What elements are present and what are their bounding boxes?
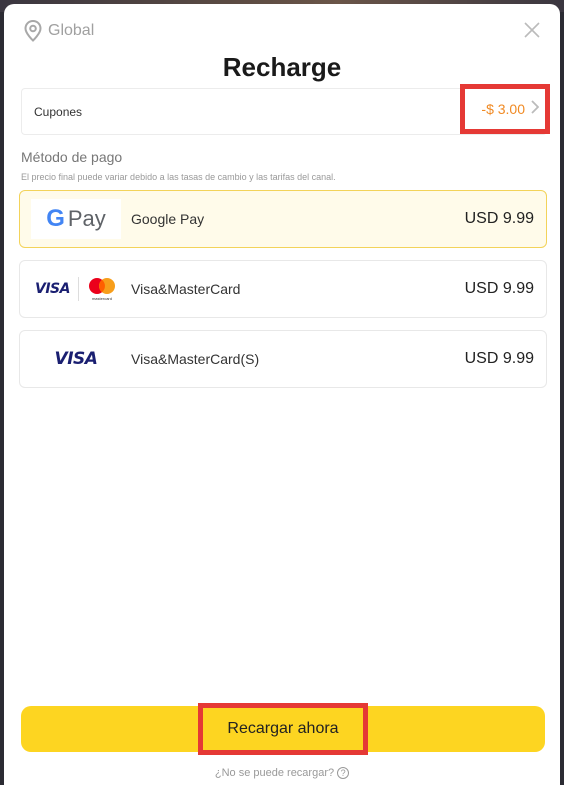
- payment-option-name: Google Pay: [131, 211, 205, 227]
- payment-method-title: Método de pago: [21, 149, 123, 165]
- google-pay-logo: G Pay: [31, 199, 121, 239]
- recharge-now-label: Recargar ahora: [198, 703, 368, 755]
- payment-option-visa-mastercard-s[interactable]: VISA Visa&MasterCard(S) USD 9.99: [19, 330, 547, 388]
- payment-option-name: Visa&MasterCard(S): [131, 351, 260, 367]
- location-pin-icon: [24, 20, 42, 42]
- visa-wordmark: VISA: [54, 349, 98, 369]
- close-icon[interactable]: [520, 18, 544, 42]
- recharge-now-button[interactable]: Recargar ahora: [21, 703, 545, 755]
- payment-option-price: USD 9.99: [464, 350, 534, 367]
- mastercard-wordmark: mastercard: [91, 296, 112, 301]
- region-selector[interactable]: Global: [24, 20, 94, 42]
- page-title: Recharge: [222, 52, 342, 82]
- payment-option-price: USD 9.99: [464, 210, 534, 227]
- payment-option-price: USD 9.99: [464, 280, 534, 297]
- coupon-value-button[interactable]: -$ 3.00: [460, 84, 550, 134]
- payment-method-note: El precio final puede variar debido a la…: [21, 172, 336, 182]
- payment-option-name: Visa&MasterCard: [131, 281, 241, 297]
- visa-wordmark: VISA: [35, 281, 70, 297]
- chevron-right-icon: [531, 99, 540, 119]
- google-pay-wordmark: Pay: [67, 206, 106, 231]
- cannot-recharge-help-link[interactable]: ¿No se puede recargar? ?: [4, 767, 560, 779]
- question-icon: ?: [337, 767, 350, 779]
- recharge-sheet: Global Recharge Cupones -$ 3.00 Método d…: [4, 4, 560, 785]
- coupon-label: Cupones: [34, 104, 83, 119]
- visa-logo: VISA: [31, 339, 121, 379]
- payment-option-google-pay[interactable]: G Pay Google Pay USD 9.99: [19, 190, 547, 248]
- mastercard-circles-icon: [88, 278, 115, 294]
- google-g-mark: G: [46, 205, 65, 232]
- payment-option-visa-mastercard[interactable]: VISA mastercard Visa&MasterCard USD 9.99: [19, 260, 547, 318]
- visa-mastercard-logo: VISA mastercard: [31, 269, 121, 309]
- coupon-row[interactable]: Cupones -$ 3.00: [21, 84, 550, 135]
- coupon-value: -$ 3.00: [481, 101, 525, 117]
- help-link-text: ¿No se puede recargar?: [214, 767, 335, 779]
- region-label: Global: [48, 22, 95, 39]
- mastercard-logo: mastercard: [77, 277, 117, 301]
